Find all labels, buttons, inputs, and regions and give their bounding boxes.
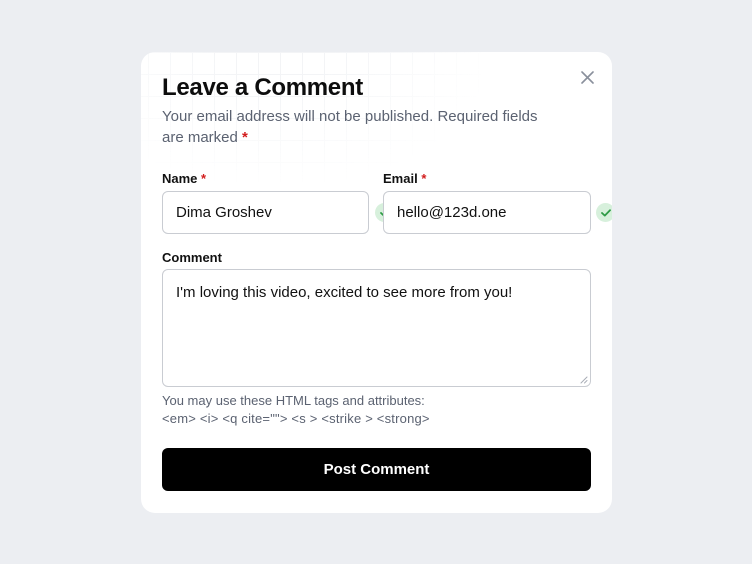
close-button[interactable] [577, 67, 597, 87]
comment-field[interactable]: I'm loving this video, excited to see mo… [162, 269, 591, 387]
modal-subtitle: Your email address will not be published… [162, 106, 547, 148]
allowed-tags-list: <em> <i> <q cite=""> <s > <strike > <str… [162, 411, 430, 426]
comment-modal: Leave a Comment Your email address will … [141, 52, 612, 513]
modal-title: Leave a Comment [162, 74, 363, 101]
email-required-marker: * [421, 171, 427, 186]
comment-label: Comment [162, 250, 222, 265]
resize-handle-icon[interactable] [580, 376, 588, 384]
email-field[interactable] [383, 191, 612, 234]
required-marker: * [242, 129, 248, 146]
close-icon [580, 70, 594, 84]
check-icon [600, 208, 611, 216]
hint-text: You may use these HTML tags and attribut… [162, 393, 425, 408]
name-field[interactable] [162, 191, 394, 234]
name-label: Name * [162, 171, 206, 186]
comment-textarea[interactable]: I'm loving this video, excited to see mo… [163, 270, 590, 386]
email-label: Email * [383, 171, 426, 186]
email-label-text: Email [383, 171, 418, 186]
name-input[interactable] [176, 204, 375, 221]
post-comment-button[interactable]: Post Comment [162, 448, 591, 491]
name-label-text: Name [162, 171, 198, 186]
subtitle-text: Your email address will not be published… [162, 108, 538, 146]
allowed-tags-hint: You may use these HTML tags and attribut… [162, 392, 592, 428]
email-valid-badge [596, 203, 612, 222]
email-input[interactable] [397, 204, 596, 221]
name-required-marker: * [201, 171, 207, 186]
